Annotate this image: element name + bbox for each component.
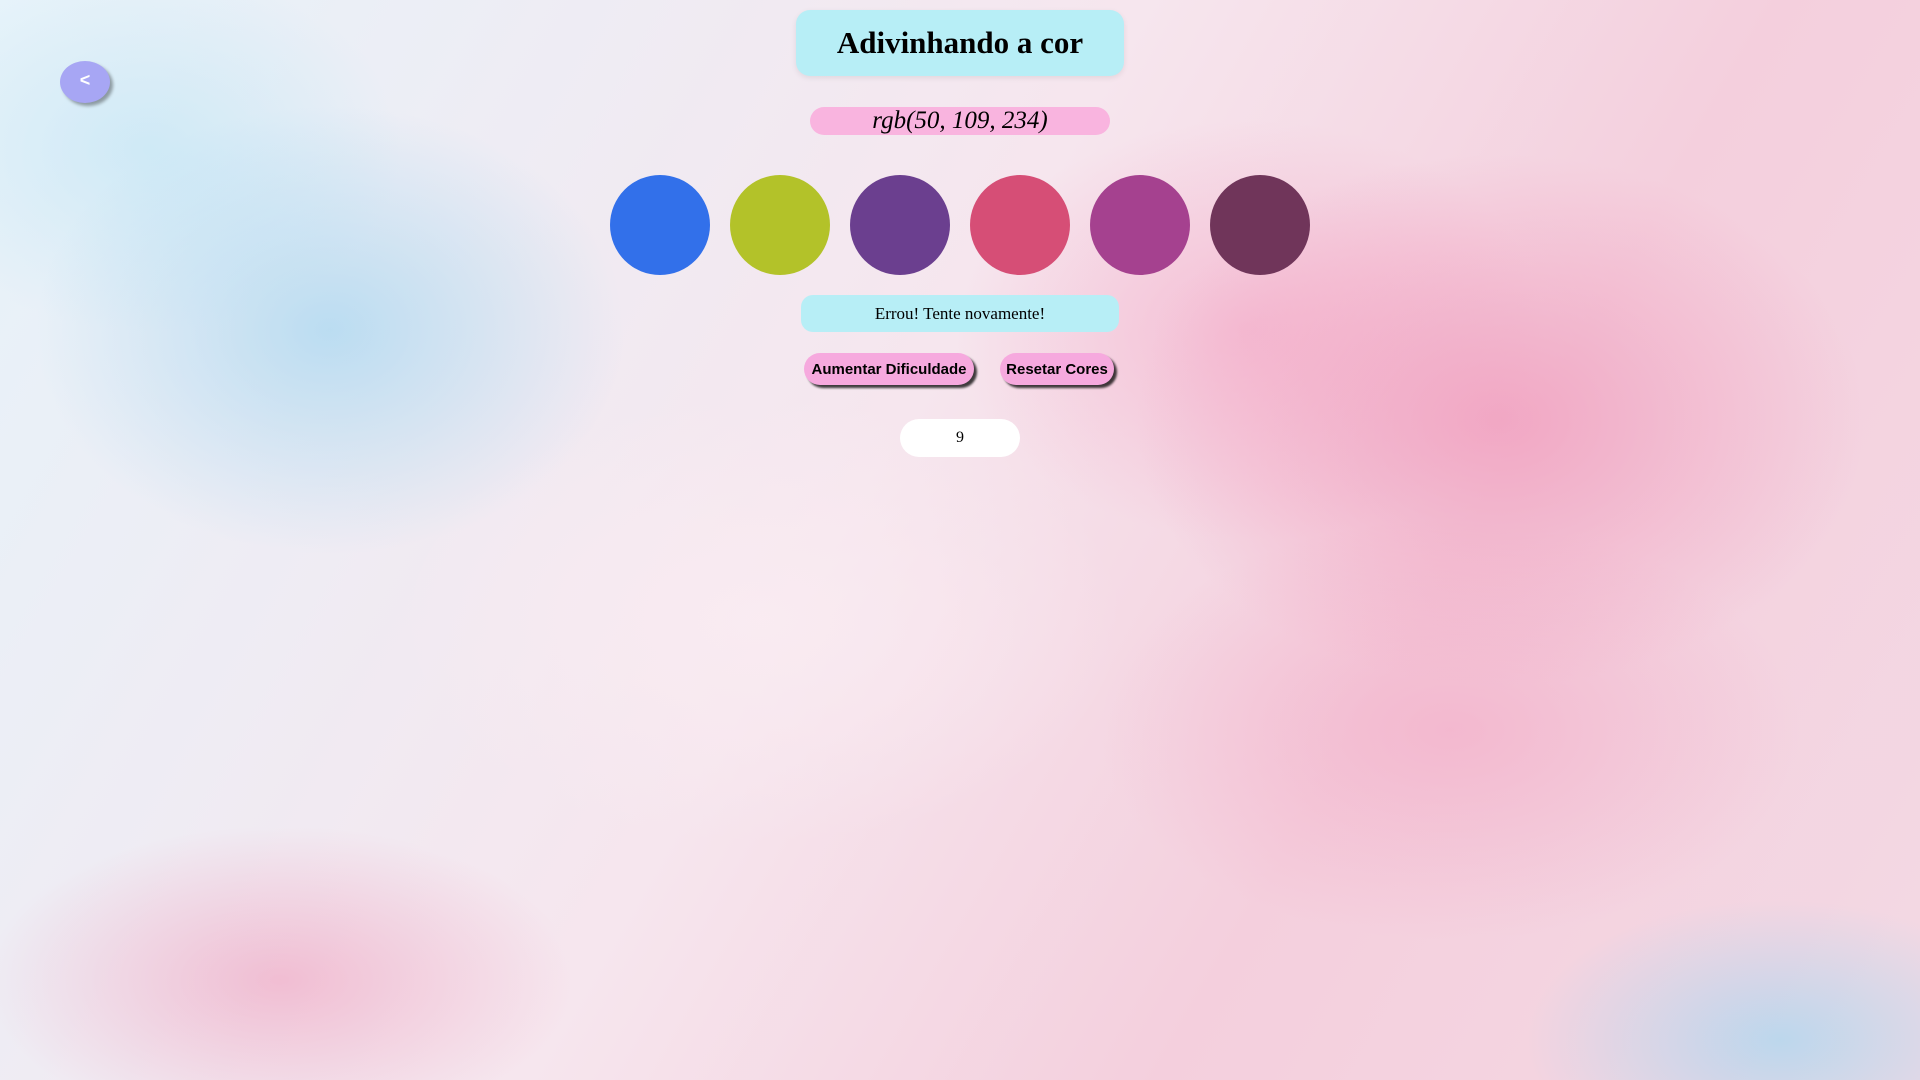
reset-colors-button[interactable]: Resetar Cores — [1000, 353, 1114, 385]
page-title: Adivinhando a cor — [796, 10, 1124, 76]
increase-difficulty-button[interactable]: Aumentar Dificuldade — [804, 353, 974, 385]
color-option-6[interactable] — [1210, 175, 1310, 275]
color-option-4[interactable] — [970, 175, 1070, 275]
color-option-5[interactable] — [1090, 175, 1190, 275]
back-button[interactable]: < — [60, 61, 110, 103]
color-option-3[interactable] — [850, 175, 950, 275]
target-rgb-display: rgb(50, 109, 234) — [810, 107, 1110, 135]
color-option-1[interactable] — [610, 175, 710, 275]
score-display: 9 — [900, 419, 1020, 457]
status-message: Errou! Tente novamente! — [801, 295, 1119, 332]
color-option-2[interactable] — [730, 175, 830, 275]
